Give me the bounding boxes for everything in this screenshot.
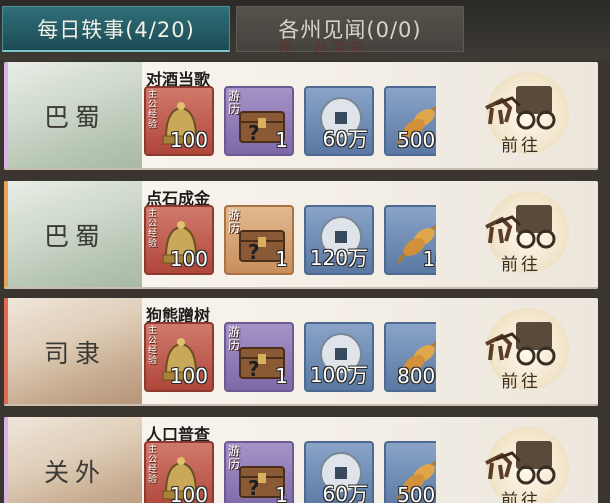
reward-grain[interactable]: 5000 xyxy=(384,441,436,503)
reward-count: 8000 xyxy=(397,364,436,388)
top-tab-bar: 每日轶事(4/20) 各州见闻(0/0) 羡 赵赏犯 xyxy=(0,0,610,60)
reward-count: 100 xyxy=(169,483,208,503)
reward-count: 1 xyxy=(275,483,288,503)
reward-list: 主公经验 100 ? 游历 1 60万 5000 xyxy=(144,441,436,503)
reward-grain[interactable]: 5000 xyxy=(384,86,436,156)
reward-count: 1 xyxy=(275,364,288,388)
reward-lord-exp[interactable]: 主公经验 100 xyxy=(144,322,214,392)
reward-travel-chest[interactable]: ? 游历 1 xyxy=(224,205,294,275)
reward-travel-chest[interactable]: ? 游历 1 xyxy=(224,322,294,392)
region-name: 巴蜀 xyxy=(8,62,142,170)
reward-tag: 游历 xyxy=(228,444,241,471)
reward-count: 120万 xyxy=(309,246,368,270)
go-button[interactable]: 前往 xyxy=(444,62,598,170)
go-button[interactable]: 前往 xyxy=(444,298,598,406)
go-label: 前往 xyxy=(501,255,541,275)
horse-carriage-icon xyxy=(485,441,556,485)
event-card: 巴蜀 点石成金 主公经验 100 ? 游历 1 120万 10 前往 xyxy=(4,181,598,289)
reward-grain[interactable]: 8000 xyxy=(384,322,436,392)
reward-tag: 游历 xyxy=(228,89,241,116)
reward-coins[interactable]: 100万 xyxy=(304,322,374,392)
reward-travel-chest[interactable]: ? 游历 1 xyxy=(224,86,294,156)
reward-count: 100万 xyxy=(309,363,368,387)
reward-count: 60万 xyxy=(322,127,368,151)
go-label: 前往 xyxy=(501,491,541,503)
reward-list: 主公经验 100 ? 游历 1 120万 10 xyxy=(144,205,436,277)
reward-count: 1 xyxy=(275,247,288,271)
region-name: 司隶 xyxy=(8,298,142,406)
reward-grain[interactable]: 10 xyxy=(384,205,436,275)
reward-coins[interactable]: 60万 xyxy=(304,86,374,156)
reward-lord-exp[interactable]: 主公经验 100 xyxy=(144,86,214,156)
horse-carriage-icon xyxy=(485,205,556,249)
go-label: 前往 xyxy=(501,136,541,156)
reward-count: 10 xyxy=(422,247,436,271)
reward-tag: 游历 xyxy=(228,325,241,352)
go-label: 前往 xyxy=(501,372,541,392)
event-card: 关外 人口普查 主公经验 100 ? 游历 1 60万 5000 前往 xyxy=(4,417,598,503)
svg-text:?: ? xyxy=(248,476,260,500)
background-text: 羡 赵赏犯 xyxy=(278,41,368,57)
reward-coins[interactable]: 120万 xyxy=(304,205,374,275)
reward-count: 5000 xyxy=(397,128,436,152)
reward-list: 主公经验 100 ? 游历 1 60万 5000 xyxy=(144,86,436,158)
reward-tag: 主公经验 xyxy=(148,326,158,366)
reward-lord-exp[interactable]: 主公经验 100 xyxy=(144,205,214,275)
horse-carriage-icon xyxy=(485,322,556,366)
go-button[interactable]: 前往 xyxy=(444,181,598,289)
reward-lord-exp[interactable]: 主公经验 100 xyxy=(144,441,214,503)
event-card: 司隶 狗熊蹭树 主公经验 100 ? 游历 1 100万 8000 前往 xyxy=(4,298,598,406)
reward-list: 主公经验 100 ? 游历 1 100万 8000 xyxy=(144,322,436,394)
reward-tag: 主公经验 xyxy=(148,90,158,130)
reward-count: 1 xyxy=(275,128,288,152)
reward-travel-chest[interactable]: ? 游历 1 xyxy=(224,441,294,503)
reward-count: 5000 xyxy=(397,483,436,503)
horse-carriage-icon xyxy=(485,86,556,130)
region-name: 巴蜀 xyxy=(8,181,142,289)
reward-tag: 主公经验 xyxy=(148,445,158,485)
go-button[interactable]: 前往 xyxy=(444,417,598,503)
svg-text:?: ? xyxy=(248,240,260,264)
tab-daily-anecdotes[interactable]: 每日轶事(4/20) xyxy=(2,6,230,52)
reward-coins[interactable]: 60万 xyxy=(304,441,374,503)
reward-count: 100 xyxy=(169,128,208,152)
reward-tag: 主公经验 xyxy=(148,209,158,249)
reward-tag: 游历 xyxy=(228,208,241,235)
reward-count: 100 xyxy=(169,364,208,388)
reward-count: 60万 xyxy=(322,482,368,503)
reward-count: 100 xyxy=(169,247,208,271)
event-card: 巴蜀 对酒当歌 主公经验 100 ? 游历 1 60万 5000 前往 xyxy=(4,62,598,170)
svg-text:?: ? xyxy=(248,357,260,381)
svg-text:?: ? xyxy=(248,121,260,145)
region-name: 关外 xyxy=(8,417,142,503)
